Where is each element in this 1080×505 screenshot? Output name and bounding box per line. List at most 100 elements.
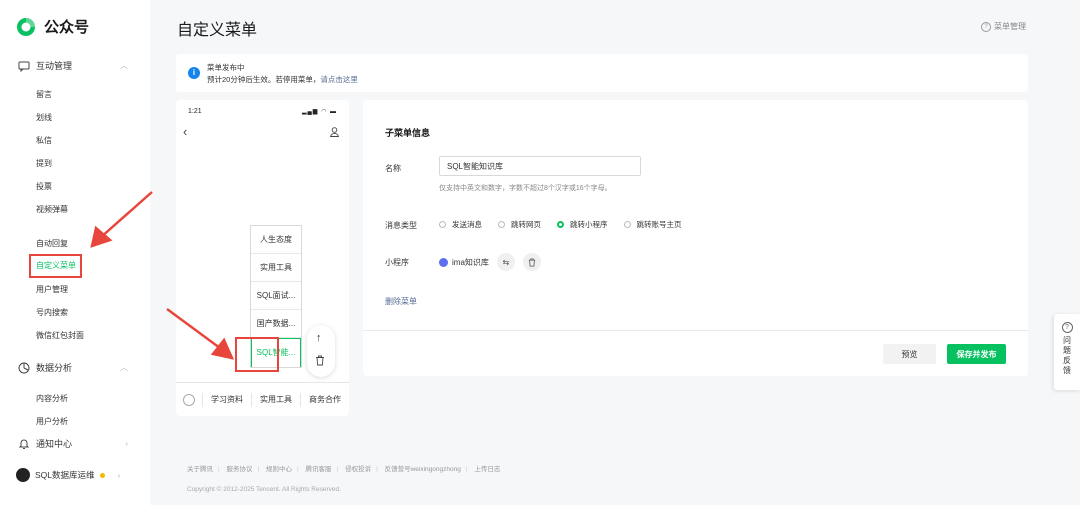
bell-icon xyxy=(18,439,30,449)
menu-item-tools[interactable]: 实用工具 xyxy=(251,393,300,407)
sidebar-item-auto-reply[interactable]: 自动回复 xyxy=(36,238,68,249)
menu-item-study[interactable]: 学习资料 xyxy=(202,393,251,407)
footer-link[interactable]: 上传日志 xyxy=(474,466,500,473)
nav-group-analytics[interactable]: 数据分析 ︿ xyxy=(18,361,128,374)
info-icon: i xyxy=(188,67,200,79)
publish-notice: i 菜单发布中 预计20分钟后生效。若停用菜单，请点击这里 xyxy=(176,54,1028,92)
comment-icon xyxy=(18,61,30,72)
name-hint: 仅支持中英文和数字，字数不超过8个汉字或16个字母。 xyxy=(439,185,612,192)
radio-label: 跳转网页 xyxy=(511,220,541,229)
sidebar-item-user-analysis[interactable]: 用户分析 xyxy=(36,416,68,427)
chevron-up-icon: ︿ xyxy=(120,61,128,70)
radio-circle xyxy=(439,221,446,228)
footer-link[interactable]: 服务协议 xyxy=(227,466,253,473)
sidebar-item-highlights[interactable]: 划线 xyxy=(36,112,52,123)
sub-menu-item[interactable]: SQL面试... xyxy=(251,282,301,310)
account-name: SQL数据库运维 xyxy=(35,470,95,480)
name-label: 名称 xyxy=(385,164,401,173)
footer-link[interactable]: 腾讯客服 xyxy=(306,466,332,473)
sidebar-item-content-analysis[interactable]: 内容分析 xyxy=(36,393,68,404)
radio-jump-web[interactable]: 跳转网页 xyxy=(498,219,541,230)
radio-jump-account[interactable]: 跳转账号主页 xyxy=(623,219,682,230)
feedback-label: 问题反馈 xyxy=(1063,336,1071,375)
nav-group-label: 通知中心 xyxy=(36,439,73,449)
sub-menu-item[interactable]: 实用工具 xyxy=(251,254,301,282)
radio-jump-mini-program[interactable]: 跳转小程序 xyxy=(557,219,608,230)
trash-icon[interactable] xyxy=(522,253,541,271)
mini-program-row: ima知识库 ⇆ xyxy=(439,253,541,271)
sidebar-item-user-management[interactable]: 用户管理 xyxy=(36,284,68,295)
mini-program-icon xyxy=(439,257,448,267)
message-type-group: 发送消息 跳转网页 跳转小程序 跳转账号主页 xyxy=(439,219,682,230)
footer-link[interactable]: 侵权投诉 xyxy=(345,466,371,473)
notice-text: 预计20分钟后生效。若停用菜单， xyxy=(207,75,321,84)
phone-time: 1:21 xyxy=(188,108,202,115)
phone-menu-bar: 学习资料 实用工具 商务合作 xyxy=(176,382,349,417)
trash-icon[interactable] xyxy=(315,355,325,366)
mini-program-label: 小程序 xyxy=(385,258,409,267)
radio-circle xyxy=(623,221,631,228)
nav-group-label: 互动管理 xyxy=(36,61,73,71)
sidebar-item-red-packet[interactable]: 微信红包封面 xyxy=(36,330,84,341)
radio-circle xyxy=(498,221,505,228)
sub-menu-item[interactable]: 人生态度 xyxy=(251,226,301,254)
page-title: 自定义菜单 xyxy=(177,22,258,39)
feedback-tab[interactable]: ? 问题反馈 xyxy=(1054,314,1080,390)
chevron-right-icon: › xyxy=(125,439,128,448)
notice-title: 菜单发布中 xyxy=(207,63,245,72)
help-icon: ? xyxy=(1061,322,1073,333)
chevron-up-icon: ︿ xyxy=(120,363,128,372)
annotation-box-sidebar xyxy=(29,254,82,278)
help-icon: ? xyxy=(981,21,991,32)
nav-group-interaction[interactable]: 互动管理 ︿ xyxy=(18,59,128,72)
sidebar-item-mentions[interactable]: 提到 xyxy=(36,158,52,169)
footer-link[interactable]: 关于腾讯 xyxy=(187,466,213,473)
annotation-box-submenu xyxy=(235,337,279,372)
wechat-mp-logo-icon xyxy=(17,17,35,36)
nav-group-label: 数据分析 xyxy=(36,363,73,373)
swap-icon[interactable]: ⇆ xyxy=(496,253,515,271)
move-up-icon[interactable]: ↑ xyxy=(316,332,322,344)
chevron-right-icon: › xyxy=(117,470,121,480)
radio-send-message[interactable]: 发送消息 xyxy=(439,219,482,230)
account-switcher[interactable]: SQL数据库运维 › xyxy=(16,468,120,482)
menu-management-link[interactable]: ? 菜单管理 xyxy=(981,21,1026,32)
notice-link[interactable]: 请点击这里 xyxy=(320,75,358,84)
radio-label: 跳转小程序 xyxy=(570,220,608,229)
signal-wifi-battery-icon: ▂▄▆ ◠ ▬ xyxy=(301,109,337,115)
delete-menu-link[interactable]: 删除菜单 xyxy=(385,296,417,307)
chart-icon xyxy=(18,362,30,373)
sidebar-item-votes[interactable]: 投票 xyxy=(36,181,52,192)
radio-circle xyxy=(557,221,564,228)
mini-program-name: ima知识库 xyxy=(452,257,489,267)
keyboard-toggle-icon[interactable] xyxy=(176,394,202,406)
menu-item-business[interactable]: 商务合作 xyxy=(300,393,349,407)
preview-button[interactable]: 预览 xyxy=(883,344,936,364)
sub-menu-item[interactable]: 国产数据... xyxy=(251,310,301,338)
footer-links: 关于腾讯 | 服务协议 | 规则中心 | 腾讯客服 | 侵权投诉 | 反馈营号weixin… xyxy=(187,466,501,473)
sub-menu-tools: ↑ xyxy=(307,325,335,377)
footer-link[interactable]: 反馈营号weixingongzhong xyxy=(385,466,461,473)
brand[interactable]: 公众号 xyxy=(16,16,89,37)
message-type-label: 消息类型 xyxy=(385,221,417,230)
sidebar-item-comments[interactable]: 留言 xyxy=(36,89,52,100)
sidebar-item-messages[interactable]: 私信 xyxy=(36,135,52,146)
notice-body: 预计20分钟后生效。若停用菜单，请点击这里 xyxy=(207,74,358,85)
back-arrow-icon[interactable]: ‹ xyxy=(183,124,187,139)
radio-label: 跳转账号主页 xyxy=(636,220,682,229)
form-footer: 预览 保存并发布 xyxy=(363,330,1028,377)
save-publish-button[interactable]: 保存并发布 xyxy=(947,344,1006,364)
name-field[interactable] xyxy=(439,156,641,176)
brand-name: 公众号 xyxy=(44,19,90,36)
sidebar-item-search[interactable]: 号内搜索 xyxy=(36,307,68,318)
copyright: Copyright © 2012-2025 Tencent. All Right… xyxy=(187,486,341,493)
status-dot xyxy=(99,472,105,478)
section-title: 子菜单信息 xyxy=(385,128,431,138)
sidebar-item-video-danmaku[interactable]: 视频弹幕 xyxy=(36,204,68,215)
sidebar: 公众号 互动管理 ︿ 留言 划线 私信 提到 投票 视频弹幕 自动回复 自定义菜… xyxy=(0,0,150,505)
nav-group-notifications[interactable]: 通知中心 › xyxy=(18,437,128,450)
menu-management-label: 菜单管理 xyxy=(994,22,1026,31)
person-icon[interactable] xyxy=(330,127,339,137)
radio-label: 发送消息 xyxy=(452,220,482,229)
footer-link[interactable]: 规则中心 xyxy=(266,466,292,473)
